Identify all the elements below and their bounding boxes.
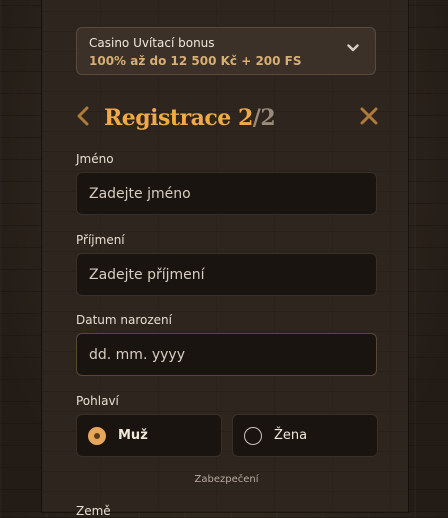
bonus-description: 100% až do 12 500 Kč + 200 FS: [89, 54, 302, 68]
gender-option-male[interactable]: Muž: [76, 414, 222, 457]
section-divider-label: Zabezpečení: [194, 474, 259, 485]
gender-option-label: Žena: [274, 428, 308, 443]
country-label: Země: [76, 504, 111, 518]
birthdate-input[interactable]: [76, 333, 377, 376]
registration-header: Registrace 2/2: [76, 102, 378, 134]
gender-label: Pohlaví: [76, 394, 119, 408]
first-name-input[interactable]: [76, 172, 377, 215]
chevron-left-icon[interactable]: [76, 106, 90, 126]
first-name-label: Jméno: [76, 152, 114, 166]
section-divider: Zabezpečení: [76, 474, 377, 488]
last-name-input[interactable]: [76, 253, 377, 296]
bonus-title: Casino Uvítací bonus: [89, 36, 215, 50]
close-icon[interactable]: [360, 107, 378, 125]
gender-option-female[interactable]: Žena: [232, 414, 378, 457]
step-current: 2: [237, 105, 253, 131]
birthdate-label: Datum narození: [76, 313, 172, 327]
chevron-down-icon[interactable]: [347, 42, 359, 54]
gender-option-label: Muž: [118, 428, 148, 443]
welcome-bonus-dropdown[interactable]: Casino Uvítací bonus 100% až do 12 500 K…: [76, 27, 376, 75]
page-title: Registrace 2/2: [104, 102, 276, 134]
radio-unselected-icon: [244, 427, 262, 445]
step-total: /2: [252, 105, 276, 131]
radio-selected-icon: [88, 427, 106, 445]
title-text: Registrace: [104, 105, 231, 131]
last-name-label: Příjmení: [76, 233, 125, 247]
